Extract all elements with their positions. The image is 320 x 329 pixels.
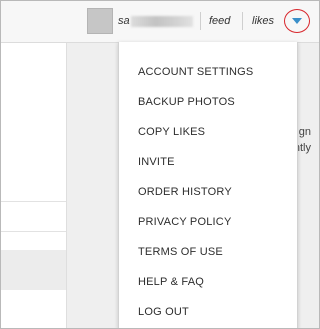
menu-item-copy-likes[interactable]: COPY LIKES xyxy=(138,125,205,139)
divider xyxy=(1,231,66,232)
feed-link[interactable]: feed xyxy=(209,14,230,28)
account-dropdown-button[interactable] xyxy=(284,9,310,33)
menu-item-help-faq[interactable]: HELP & FAQ xyxy=(138,275,204,289)
redacted-name-blur xyxy=(130,15,193,27)
menu-item-log-out[interactable]: LOG OUT xyxy=(138,305,189,319)
top-navigation-bar: sa feed likes xyxy=(1,1,319,43)
username-link[interactable]: sa xyxy=(118,14,193,28)
likes-link[interactable]: likes xyxy=(252,14,274,28)
avatar[interactable] xyxy=(87,8,113,34)
menu-item-order-history[interactable]: ORDER HISTORY xyxy=(138,185,232,199)
menu-item-invite[interactable]: INVITE xyxy=(138,155,175,169)
divider xyxy=(1,201,66,202)
left-content-panel xyxy=(1,43,67,328)
nav-divider xyxy=(200,12,201,30)
caret-down-icon xyxy=(292,18,302,24)
menu-item-account-settings[interactable]: ACCOUNT SETTINGS xyxy=(138,65,253,79)
shaded-row xyxy=(1,250,66,290)
menu-item-terms-of-use[interactable]: TERMS OF USE xyxy=(138,245,223,259)
menu-item-privacy-policy[interactable]: PRIVACY POLICY xyxy=(138,215,231,229)
menu-item-backup-photos[interactable]: BACKUP PHOTOS xyxy=(138,95,235,109)
username-text: sa xyxy=(118,15,130,27)
nav-divider xyxy=(242,12,243,30)
account-dropdown-menu: ACCOUNT SETTINGS BACKUP PHOTOS COPY LIKE… xyxy=(118,42,298,328)
app-window: sa feed likes to sign urrently ACCOUNT S… xyxy=(0,0,320,329)
